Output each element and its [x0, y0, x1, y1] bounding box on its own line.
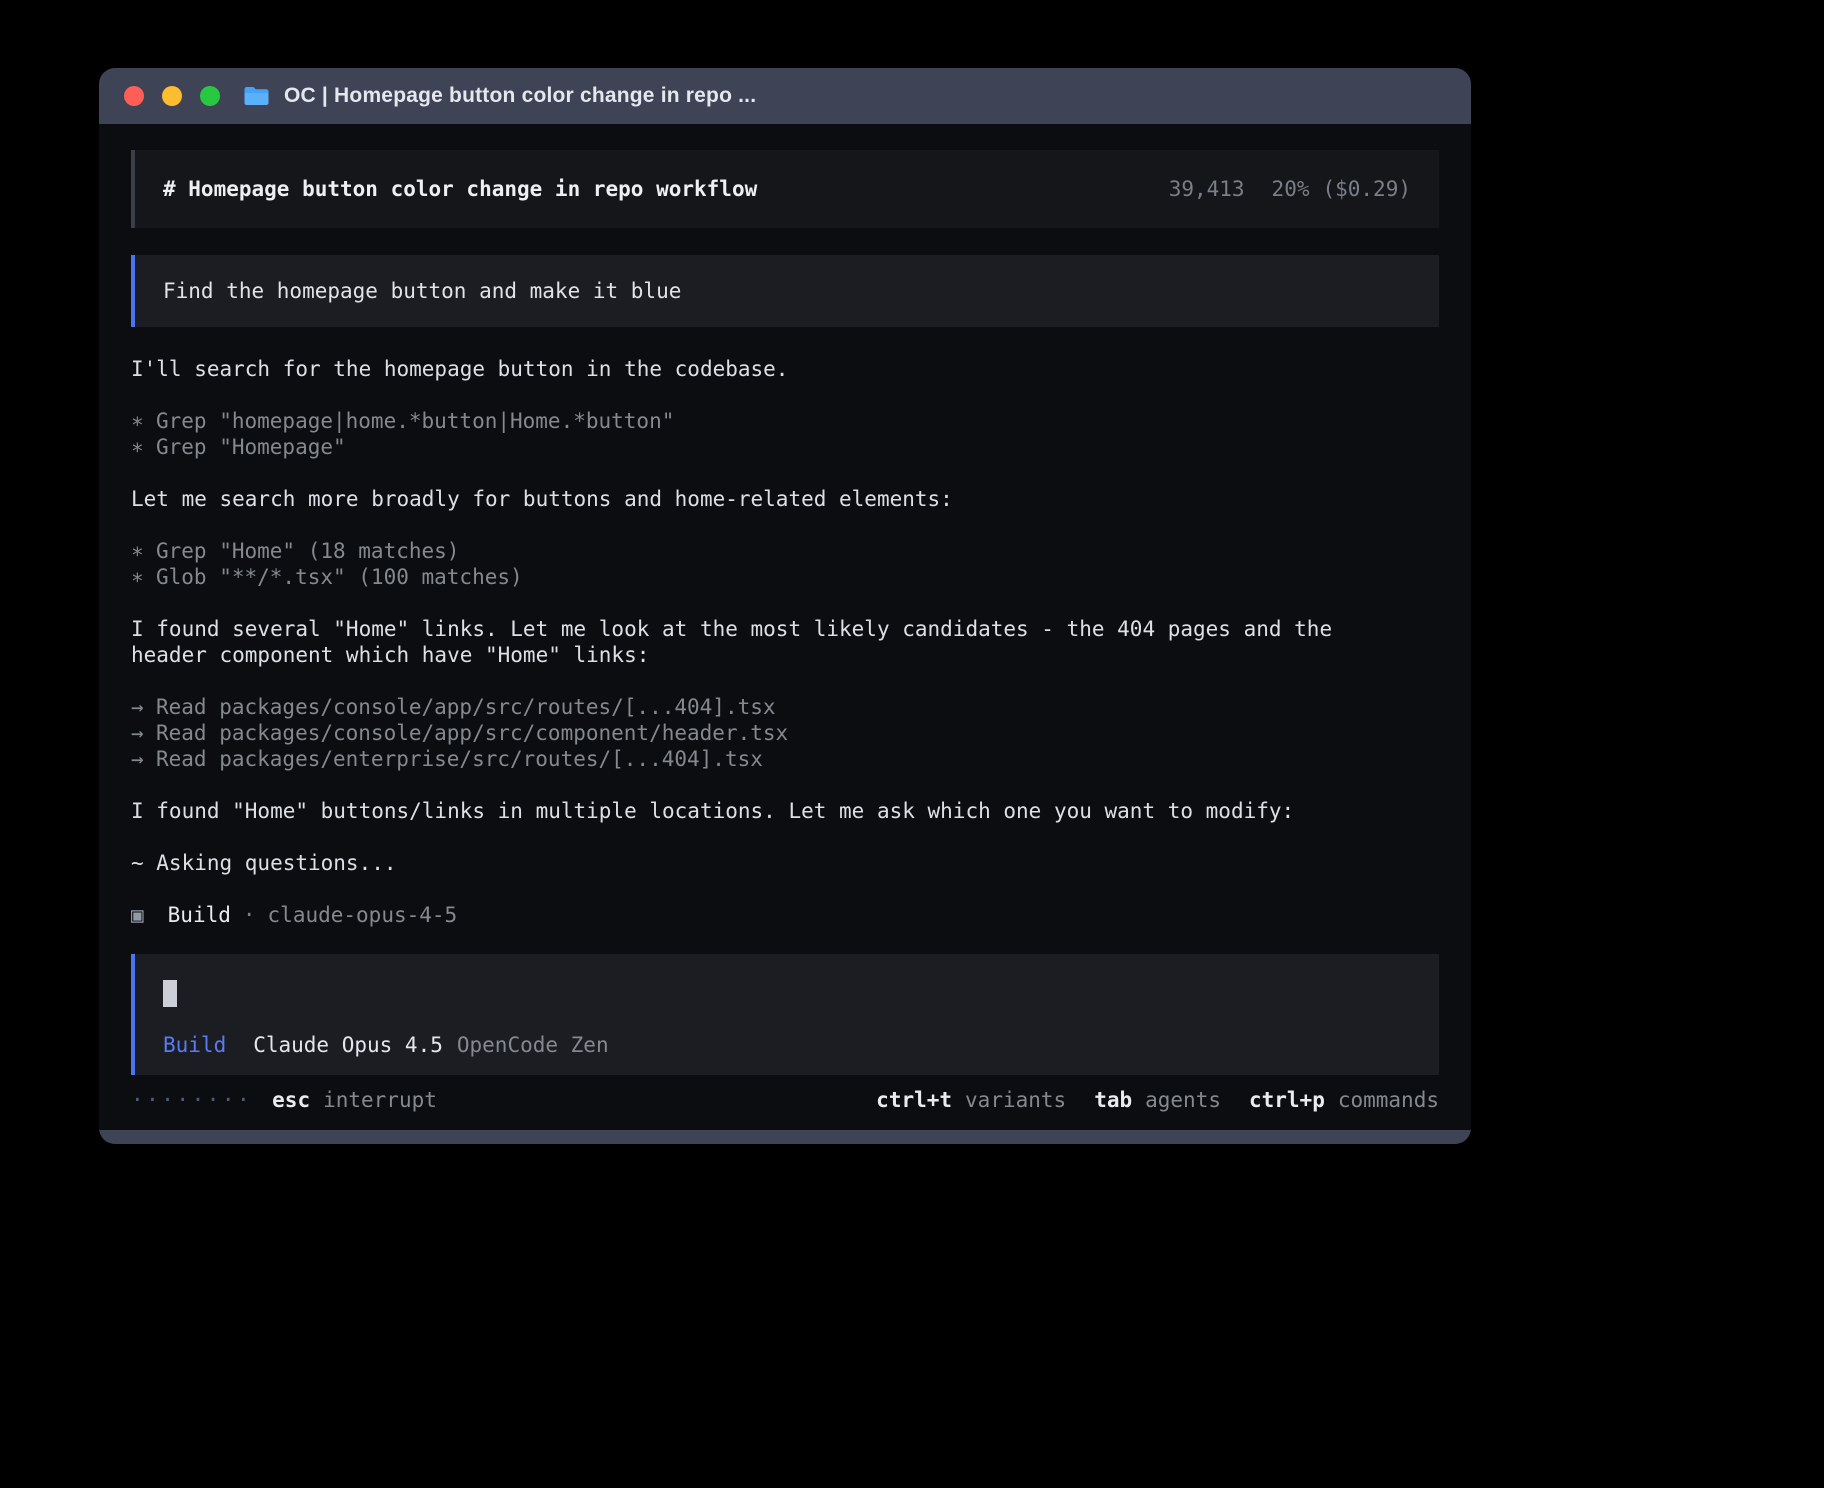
zoom-button[interactable] — [200, 86, 220, 106]
commands-label: commands — [1338, 1087, 1439, 1113]
dot-separator: · — [243, 902, 256, 928]
close-button[interactable] — [124, 86, 144, 106]
minimize-button[interactable] — [162, 86, 182, 106]
session-title: # Homepage button color change in repo w… — [163, 176, 757, 202]
transcript: I'll search for the homepage button in t… — [131, 327, 1439, 928]
agent-name: Build — [168, 902, 231, 928]
variants-label: variants — [965, 1087, 1066, 1113]
tool-call-text: Grep "Homepage" — [156, 434, 346, 460]
tool-call: ∗Grep "Homepage" — [131, 434, 1391, 460]
shortcut-agents: tab agents — [1094, 1087, 1221, 1113]
statusbar-right: ctrl+t variants tab agents ctrl+p comman… — [848, 1087, 1439, 1113]
agent-model: claude-opus-4-5 — [268, 902, 458, 928]
tool-call-text: Glob "**/*.tsx" (100 matches) — [156, 564, 523, 590]
tab-key-hint: tab — [1094, 1087, 1132, 1113]
shortcut-variants: ctrl+t variants — [876, 1087, 1066, 1113]
provider-label: OpenCode Zen — [457, 1032, 609, 1058]
assistant-text: I found "Home" buttons/links in multiple… — [131, 798, 1391, 824]
tool-call: ∗Glob "**/*.tsx" (100 matches) — [131, 564, 1391, 590]
status-bar: ········ esc interrupt ctrl+t variants t… — [131, 1087, 1439, 1113]
assistant-text: I found several "Home" links. Let me loo… — [131, 616, 1391, 668]
tool-call: ∗Grep "Home" (18 matches) — [131, 538, 1391, 564]
interrupt-label: interrupt — [323, 1087, 437, 1113]
tool-marker-icon: ∗ — [131, 538, 156, 564]
status-text: ~ Asking questions... — [131, 850, 1391, 876]
model-label: Claude Opus 4.5 — [253, 1032, 443, 1058]
assistant-text: Let me search more broadly for buttons a… — [131, 486, 1391, 512]
terminal-window: OC | Homepage button color change in rep… — [99, 68, 1471, 1144]
tool-call-text: Grep "Home" (18 matches) — [156, 538, 459, 564]
agent-icon: ▣ — [131, 902, 144, 928]
tool-marker-icon: ∗ — [131, 408, 156, 434]
file-read: →Read packages/console/app/src/component… — [131, 720, 1391, 746]
esc-key-hint: esc — [272, 1087, 310, 1113]
spinner-dots: ········ — [131, 1087, 252, 1113]
tool-call: ∗Grep "homepage|home.*button|Home.*butto… — [131, 408, 1391, 434]
mode-badge[interactable]: Build — [163, 1032, 226, 1058]
ctrl-p-key-hint: ctrl+p — [1249, 1087, 1325, 1113]
tool-marker-icon: ∗ — [131, 564, 156, 590]
arrow-icon: → — [131, 720, 156, 746]
file-read: →Read packages/console/app/src/routes/[.… — [131, 694, 1391, 720]
ctrl-t-key-hint: ctrl+t — [876, 1087, 952, 1113]
file-read-text: Read packages/enterprise/src/routes/[...… — [156, 746, 763, 772]
agents-label: agents — [1145, 1087, 1221, 1113]
message-input[interactable]: Build Claude Opus 4.5 OpenCode Zen — [131, 954, 1439, 1075]
session-header: # Homepage button color change in repo w… — [131, 150, 1439, 228]
user-message-text: Find the homepage button and make it blu… — [163, 278, 681, 304]
statusbar-left: ········ esc interrupt — [131, 1087, 437, 1113]
folder-icon — [243, 85, 270, 107]
file-read-text: Read packages/console/app/src/component/… — [156, 720, 788, 746]
context-percent: 20% — [1272, 176, 1310, 202]
input-meta: Build Claude Opus 4.5 OpenCode Zen — [163, 1032, 1411, 1058]
tool-marker-icon: ∗ — [131, 434, 156, 460]
agent-status: ▣ Build · claude-opus-4-5 — [131, 902, 1439, 928]
window-controls — [124, 86, 220, 106]
window-title: OC | Homepage button color change in rep… — [284, 84, 756, 108]
terminal-content: # Homepage button color change in repo w… — [99, 124, 1471, 1130]
token-count: 39,413 — [1169, 176, 1245, 202]
user-message: Find the homepage button and make it blu… — [131, 255, 1439, 327]
file-read: →Read packages/enterprise/src/routes/[..… — [131, 746, 1391, 772]
session-stats: 39,413 20% ($0.29) — [1169, 176, 1411, 202]
arrow-icon: → — [131, 746, 156, 772]
file-read-text: Read packages/console/app/src/routes/[..… — [156, 694, 776, 720]
title-group: OC | Homepage button color change in rep… — [243, 84, 756, 108]
titlebar[interactable]: OC | Homepage button color change in rep… — [99, 68, 1471, 124]
tool-call-text: Grep "homepage|home.*button|Home.*button… — [156, 408, 674, 434]
arrow-icon: → — [131, 694, 156, 720]
assistant-text: I'll search for the homepage button in t… — [131, 356, 1391, 382]
text-cursor — [163, 980, 177, 1007]
shortcut-commands: ctrl+p commands — [1249, 1087, 1439, 1113]
session-cost: ($0.29) — [1322, 176, 1411, 202]
